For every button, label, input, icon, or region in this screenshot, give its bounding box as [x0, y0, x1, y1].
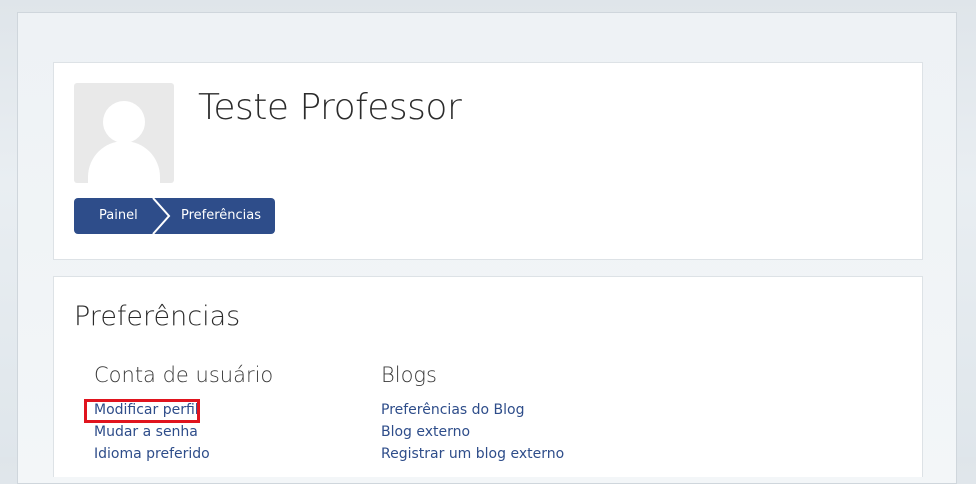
section-title-blogs: Blogs [381, 363, 437, 387]
list-item: Blog externo [381, 421, 564, 443]
breadcrumb-item-preferencias[interactable]: Preferências [181, 198, 261, 234]
list-item: Registrar um blog externo [381, 443, 564, 465]
preferences-card: Preferências Conta de usuário Modificar … [53, 276, 923, 477]
user-full-name: Teste Professor [198, 87, 462, 128]
page-title: Preferências [74, 301, 241, 332]
section-title-user-account: Conta de usuário [94, 363, 274, 387]
register-external-blog-link[interactable]: Registrar um blog externo [381, 446, 564, 462]
section-user-account: Conta de usuário Modificar perfil Mudar … [94, 363, 273, 465]
section-blogs: Blogs Preferências do Blog Blog externo … [381, 363, 564, 465]
preferred-language-link[interactable]: Idioma preferido [94, 446, 210, 462]
user-header-card: Teste Professor Painel Preferências [53, 62, 923, 260]
change-password-link[interactable]: Mudar a senha [94, 424, 198, 440]
breadcrumb: Painel Preferências [74, 198, 275, 234]
list-item: Modificar perfil [94, 399, 273, 421]
list-item: Mudar a senha [94, 421, 273, 443]
blog-preferences-link[interactable]: Preferências do Blog [381, 402, 525, 418]
blogs-links: Preferências do Blog Blog externo Regist… [381, 399, 564, 465]
external-blog-link[interactable]: Blog externo [381, 424, 470, 440]
avatar[interactable] [74, 83, 174, 183]
breadcrumb-separator-icon [152, 198, 171, 234]
user-account-links: Modificar perfil Mudar a senha Idioma pr… [94, 399, 273, 465]
breadcrumb-item-painel[interactable]: Painel [99, 198, 138, 234]
list-item: Idioma preferido [94, 443, 273, 465]
edit-profile-link[interactable]: Modificar perfil [94, 402, 199, 418]
list-item: Preferências do Blog [381, 399, 564, 421]
avatar-body-shape [88, 141, 160, 183]
avatar-head-shape [103, 101, 145, 143]
